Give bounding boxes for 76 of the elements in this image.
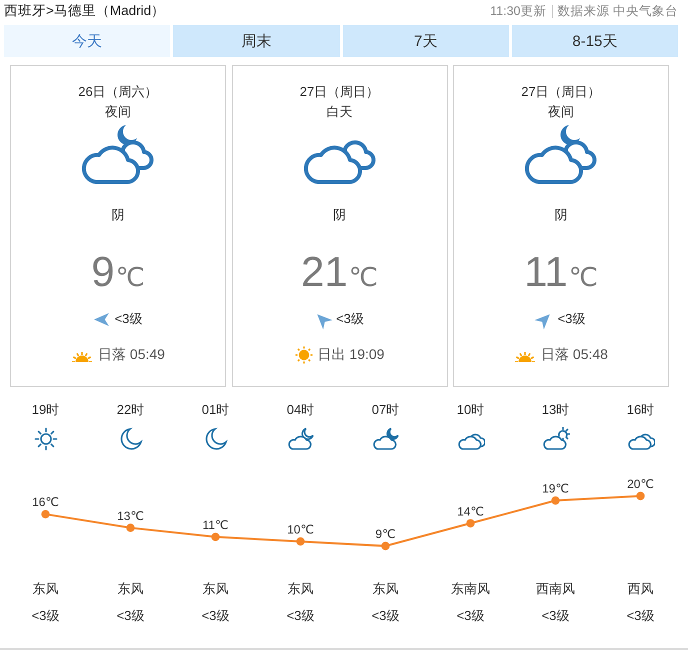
location-breadcrumb: 西班牙>马德里（Madrid）: [4, 2, 166, 20]
wind-direction: 西南风: [536, 580, 575, 598]
temperature-unit: ℃: [568, 262, 598, 292]
wind-level: <3级: [456, 607, 484, 625]
wind-direction: 东南风: [451, 580, 490, 598]
data-point: [211, 532, 220, 542]
hour-label: 16时: [626, 401, 654, 419]
tab[interactable]: 今天: [4, 25, 170, 57]
data-source: 数据来源 中央气象台: [558, 3, 678, 19]
wind-direction: 西风: [628, 580, 654, 598]
tab[interactable]: 7天: [342, 25, 509, 57]
wind-level: <3级: [542, 607, 570, 625]
hour-label: 01时: [202, 401, 230, 419]
data-label: 20: [627, 477, 640, 491]
unit-label: ℃: [215, 518, 228, 532]
data-point: [126, 524, 135, 532]
temperature-value: 21: [301, 248, 348, 296]
tab[interactable]: 8-15天: [512, 25, 678, 57]
condition-label: 阴: [554, 206, 568, 224]
date-label: 27日（周日）: [521, 83, 601, 101]
condition-label: 阴: [333, 206, 346, 224]
wind-direction: 东风: [202, 580, 228, 598]
date-label: 26日（周六）: [78, 83, 158, 101]
hour-label: 13时: [542, 401, 570, 419]
wind-level: <3级: [372, 607, 400, 625]
period-label: 夜间: [548, 103, 574, 121]
data-point: [466, 519, 475, 528]
tab[interactable]: 周末: [173, 25, 340, 57]
wind-level: <3级: [114, 310, 142, 328]
temperature-unit: ℃: [348, 262, 378, 292]
unit-label: ℃: [130, 508, 144, 523]
wind-level: <3级: [558, 310, 586, 328]
data-label: 11: [202, 518, 215, 532]
sun-time: 日出 19:09: [318, 346, 384, 364]
temperature-value: 9: [91, 248, 115, 296]
data-point: [381, 542, 390, 550]
data-label: 9: [375, 527, 382, 541]
unit-label: ℃: [470, 504, 484, 518]
data-point: [551, 496, 560, 505]
hour-label: 10时: [456, 401, 484, 419]
unit-label: ℃: [640, 477, 654, 491]
hour-label: 07时: [372, 401, 400, 419]
unit-label: ℃: [382, 527, 396, 541]
wind-level: <3级: [202, 607, 230, 625]
wind-direction: 东风: [288, 580, 314, 598]
temperature-unit: ℃: [116, 262, 145, 292]
wind-direction: 东风: [118, 580, 144, 598]
wind-level: <3级: [626, 607, 654, 625]
period-label: 白天: [326, 103, 352, 121]
wind-direction: 东风: [372, 580, 398, 598]
data-label: 13: [117, 508, 130, 523]
data-label: 14: [457, 504, 470, 518]
data-point: [41, 510, 50, 518]
wind-level: <3级: [286, 607, 314, 625]
date-label: 27日（周日）: [300, 83, 380, 101]
data-point: [636, 492, 645, 500]
wind-level: <3级: [32, 607, 60, 625]
unit-label: ℃: [555, 482, 569, 496]
wind-level: <3级: [336, 310, 364, 328]
data-label: 19: [542, 482, 556, 496]
sun-time: 日落 05:49: [98, 346, 165, 364]
temperature-value: 11: [524, 248, 568, 296]
data-label: 16: [32, 495, 46, 510]
unit-label: ℃: [45, 495, 59, 510]
condition-label: 阴: [112, 206, 124, 224]
hour-label: 22时: [116, 401, 144, 419]
update-time: 11:30更新: [490, 3, 547, 19]
data-point: [296, 537, 305, 546]
hour-label: 19时: [32, 401, 60, 419]
data-label: 10: [287, 522, 300, 536]
wind-level: <3级: [116, 607, 144, 625]
unit-label: ℃: [300, 522, 314, 536]
wind-direction: 东风: [32, 580, 58, 598]
sun-time: 日落 05:48: [541, 346, 608, 364]
hour-label: 04时: [286, 401, 314, 419]
period-label: 夜间: [105, 103, 131, 121]
